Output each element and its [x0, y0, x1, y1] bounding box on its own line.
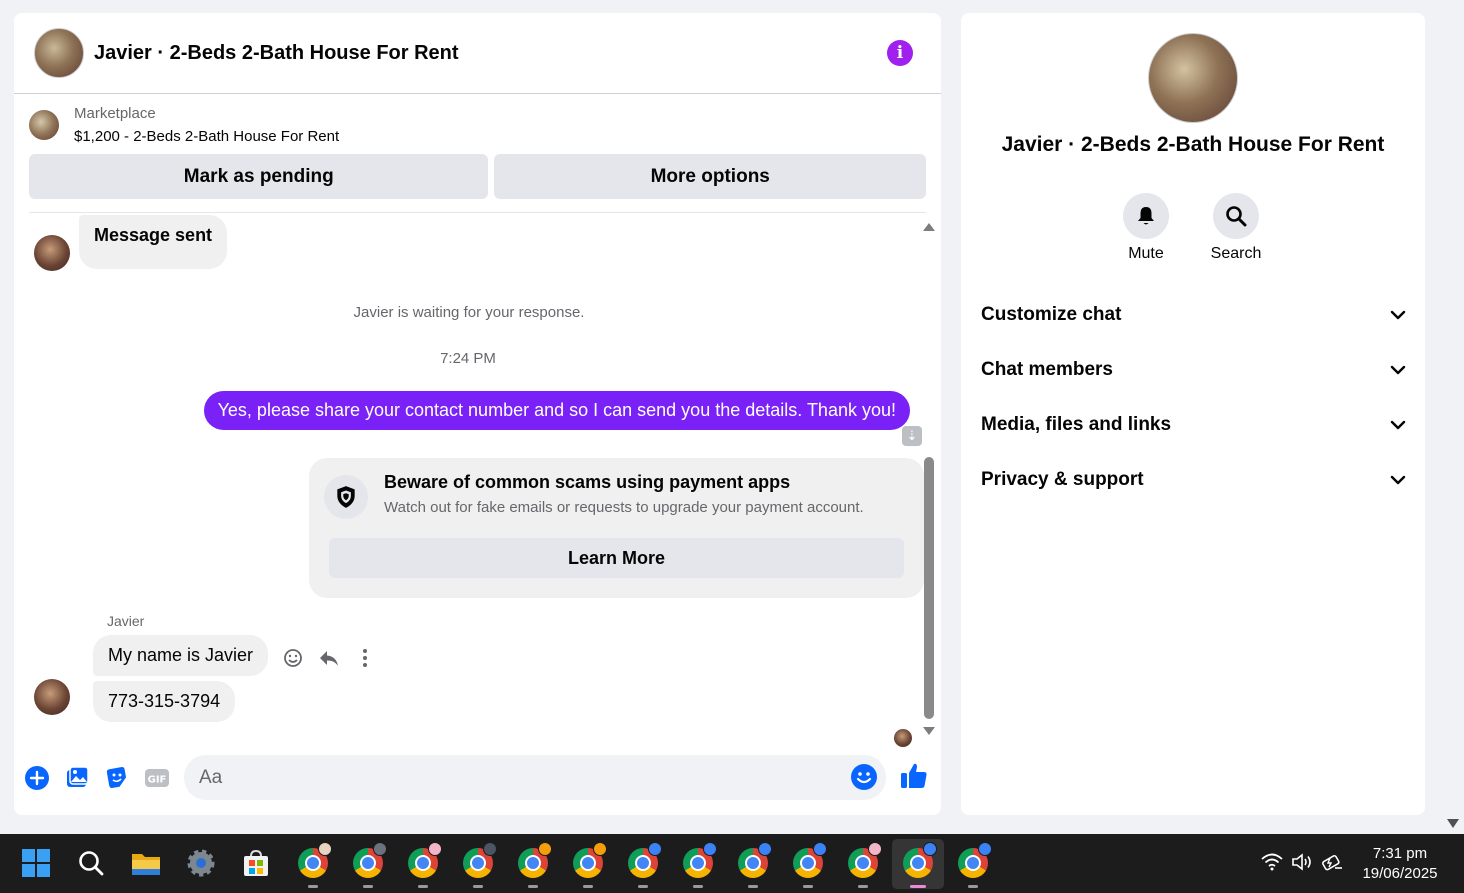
clock-time: 7:31 pm	[1372, 845, 1428, 862]
scroll-down-arrow[interactable]	[923, 727, 935, 735]
chrome-icon[interactable]	[791, 842, 827, 888]
scam-title: Beware of common scams using payment app…	[384, 472, 791, 492]
search-icon[interactable]	[74, 846, 108, 880]
settings-icon[interactable]	[184, 846, 218, 880]
clock-date: 19/06/2025	[1362, 865, 1438, 882]
section-label: Chat members	[981, 359, 1113, 380]
file-explorer-icon[interactable]	[129, 846, 163, 880]
svg-text:GIF: GIF	[148, 775, 167, 786]
incoming-message[interactable]: My name is Javier	[93, 635, 269, 676]
listing-title[interactable]: $1,200 - 2-Beds 2-Bath House For Rent	[74, 124, 339, 150]
section-media-files-links[interactable]: Media, files and links	[981, 405, 1406, 445]
search-button[interactable]: Search	[1201, 193, 1271, 263]
section-chat-members[interactable]: Chat members	[981, 350, 1406, 390]
chrome-icon[interactable]	[351, 842, 387, 888]
battery-icon[interactable]	[1321, 852, 1343, 877]
chrome-icon[interactable]	[296, 842, 332, 888]
seen-avatar	[894, 729, 912, 747]
delivered-icon: ⇣	[902, 426, 922, 446]
profile-title: Javier · 2-Beds 2-Bath House For Rent	[1001, 133, 1385, 156]
section-label: Customize chat	[981, 304, 1122, 325]
sender-name: Javier	[107, 613, 145, 629]
bell-icon	[1123, 193, 1169, 239]
scroll-up-arrow[interactable]	[923, 223, 935, 231]
composer: GIF	[14, 753, 941, 803]
mute-button[interactable]: Mute	[1111, 193, 1181, 263]
chevron-down-icon	[1390, 310, 1406, 320]
like-icon[interactable]	[899, 761, 929, 791]
more-options-button[interactable]: More options	[494, 154, 926, 199]
chrome-icon[interactable]	[516, 842, 552, 888]
chat-header: Javier · 2-Beds 2-Bath House For Rent i	[14, 13, 941, 94]
chat-title[interactable]: Javier · 2-Beds 2-Bath House For Rent	[94, 42, 887, 65]
scrollbar-thumb[interactable]	[924, 457, 934, 719]
marketplace-banner: Marketplace $1,200 - 2-Beds 2-Bath House…	[14, 94, 941, 213]
profile-avatar[interactable]	[1148, 33, 1238, 123]
message-timestamp: 7:24 PM	[440, 350, 496, 367]
reply-icon[interactable]	[318, 647, 340, 669]
taskbar: 7:31 pm 19/06/2025	[0, 834, 1464, 893]
sender-avatar[interactable]	[34, 235, 70, 271]
message-input[interactable]	[199, 766, 839, 789]
listing-thumbnail[interactable]	[29, 110, 59, 140]
message-input-wrap	[184, 755, 886, 800]
chevron-down-icon	[1390, 475, 1406, 485]
mute-label: Mute	[1128, 245, 1164, 262]
chat-details-panel: Javier · 2-Beds 2-Bath House For Rent Mu…	[961, 13, 1425, 815]
scam-subtitle: Watch out for fake emails or requests to…	[384, 499, 864, 516]
section-customize-chat[interactable]: Customize chat	[981, 295, 1406, 335]
chrome-icon[interactable]	[571, 842, 607, 888]
page-scroll-down-arrow[interactable]	[1447, 819, 1459, 828]
incoming-message[interactable]: 773-315-3794	[93, 681, 236, 722]
chevron-down-icon	[1390, 365, 1406, 375]
chrome-icon[interactable]	[736, 842, 772, 888]
shield-icon	[324, 475, 368, 519]
start-icon[interactable]	[19, 846, 53, 880]
sticker-icon[interactable]	[103, 764, 131, 792]
outgoing-message[interactable]: Yes, please share your contact number an…	[203, 391, 910, 430]
message-list: Message sent Javier is waiting for your …	[14, 215, 941, 747]
wifi-icon[interactable]	[1261, 852, 1283, 877]
search-icon	[1213, 193, 1259, 239]
waiting-notice: Javier is waiting for your response.	[353, 304, 585, 321]
mark-pending-button[interactable]: Mark as pending	[29, 154, 489, 199]
system-clock[interactable]: 7:31 pm 19/06/2025	[1352, 844, 1448, 884]
more-icon[interactable]	[354, 647, 376, 669]
volume-icon[interactable]	[1291, 852, 1313, 877]
chrome-icon[interactable]	[681, 842, 717, 888]
store-icon[interactable]	[239, 846, 273, 880]
section-label: Media, files and links	[981, 414, 1172, 435]
scam-warning-card: Beware of common scams using payment app…	[309, 458, 924, 598]
chrome-icon[interactable]	[956, 842, 992, 888]
message-sent-bubble[interactable]: Message sent	[79, 215, 228, 269]
chat-avatar[interactable]	[34, 28, 84, 78]
chrome-icon[interactable]	[461, 842, 497, 888]
chrome-icon[interactable]	[406, 842, 442, 888]
search-label: Search	[1210, 245, 1262, 262]
section-label: Privacy & support	[981, 469, 1144, 490]
photo-icon[interactable]	[63, 764, 91, 792]
gif-icon[interactable]: GIF	[143, 764, 171, 792]
learn-more-button[interactable]: Learn More	[329, 538, 904, 578]
info-icon[interactable]: i	[887, 40, 913, 66]
chat-panel: Javier · 2-Beds 2-Bath House For Rent i …	[14, 13, 941, 815]
message-actions	[282, 647, 376, 669]
react-icon[interactable]	[282, 647, 304, 669]
plus-icon[interactable]	[23, 764, 51, 792]
sender-avatar[interactable]	[34, 679, 70, 715]
chrome-icon[interactable]	[846, 842, 882, 888]
section-privacy-support[interactable]: Privacy & support	[981, 460, 1406, 500]
chrome-icon[interactable]	[901, 842, 937, 888]
chrome-icon[interactable]	[626, 842, 662, 888]
marketplace-label: Marketplace	[74, 105, 156, 122]
chevron-down-icon	[1390, 420, 1406, 430]
emoji-icon[interactable]	[850, 763, 878, 791]
